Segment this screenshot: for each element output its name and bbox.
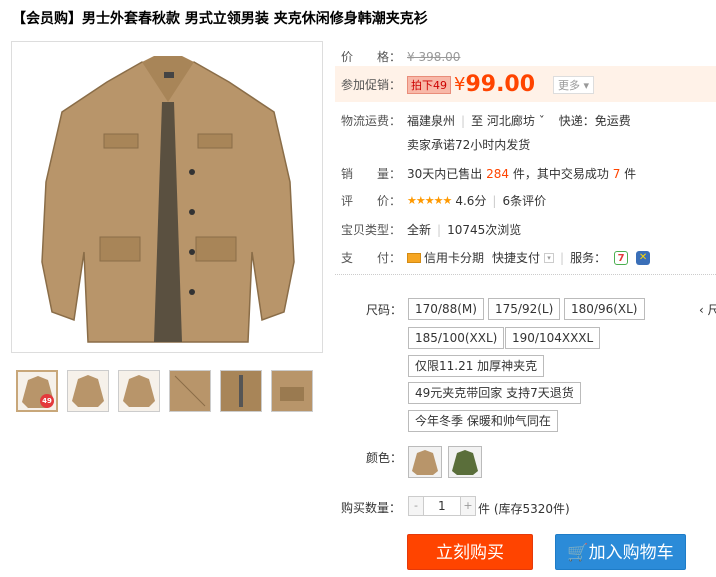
jacket-thumb-image: [22, 376, 54, 408]
currency-symbol: ¥: [454, 74, 466, 95]
jacket-thumb-image: [170, 371, 210, 411]
service-label: 服务：: [570, 251, 607, 265]
rating-row: 评 价： ★★★★★ 4.6分 | 6条评价: [341, 192, 546, 209]
ship-to-select[interactable]: 河北廊坊 ˇ: [487, 112, 545, 129]
original-price: ¥ 398.00: [407, 49, 461, 64]
seven-day-return-icon[interactable]: 7: [614, 250, 629, 265]
sales-mid: 件，其中交易成功: [512, 167, 609, 181]
color-swatch-khaki[interactable]: [408, 446, 442, 478]
credit-card-icon: [407, 252, 421, 263]
chevron-right-icon[interactable]: ‹ 尺: [699, 301, 716, 318]
jacket-thumb-image: [123, 375, 155, 407]
star-rating-icon: ★★★★★: [407, 194, 452, 207]
thumbnail[interactable]: [220, 370, 262, 412]
separator: |: [560, 250, 565, 265]
jacket-thumb-image: [272, 371, 312, 411]
sales-suffix: 件: [624, 167, 637, 181]
size-option[interactable]: 185/100(XXL): [408, 327, 505, 349]
sales-row: 销 量： 30天内已售出 284 件，其中交易成功 7 件: [341, 165, 636, 182]
rating-score: 4.6分: [455, 194, 487, 208]
decrement-button[interactable]: -: [409, 497, 423, 515]
shipping-label: 物流运费：: [341, 114, 402, 128]
installment-link[interactable]: 信用卡分期: [424, 249, 484, 266]
view-count: 10745次浏览: [447, 223, 522, 237]
shipping-note: 卖家承诺72小时内发货: [407, 138, 531, 152]
jacket-thumb-image: [72, 375, 104, 407]
thumbnail-strip: 49: [16, 370, 313, 412]
product-title: 【会员购】男士外套春秋款 男式立领男装 夹克休闲修身韩潮夹克衫: [12, 11, 428, 27]
separator: |: [437, 222, 442, 237]
add-to-cart-button[interactable]: 🛒加入购物车: [555, 534, 686, 570]
thumbnail[interactable]: 49: [16, 370, 58, 412]
ship-to-prefix: 至: [471, 114, 484, 128]
add-to-cart-label: 加入购物车: [588, 543, 674, 563]
promo-label: 参加促销：: [341, 78, 402, 92]
promo-tag: 拍下49: [407, 75, 451, 94]
thumbnail[interactable]: [169, 370, 211, 412]
more-promos-label: 更多: [558, 78, 581, 92]
sales-prefix: 30天内已售出: [407, 167, 483, 181]
jacket-green-image: [452, 450, 478, 475]
reviews-link[interactable]: 6条评价: [502, 192, 546, 209]
shipping-row: 物流运费： 福建泉州 | 至 河北廊坊 ˇ 快递：免运费: [341, 112, 631, 129]
item-type-label: 宝贝类型：: [341, 223, 402, 237]
promo-note[interactable]: 仅限11.21 加厚神夹克: [408, 355, 545, 377]
product-main-image[interactable]: [11, 41, 323, 353]
price-row: 价 格： ¥ 398.00: [341, 48, 460, 65]
buy-now-label: 立刻购买: [436, 543, 504, 563]
ship-from: 福建泉州: [407, 114, 456, 128]
thumbnail[interactable]: [67, 370, 109, 412]
color-swatch-green[interactable]: [448, 446, 482, 478]
jacket-khaki-image: [412, 450, 438, 475]
promo-price: 99.00: [465, 72, 536, 97]
payment-row: 支 付： 信用卡分期 快捷支付 ▾ | 服务： 7 ✕: [341, 249, 651, 266]
thumbnail[interactable]: [271, 370, 313, 412]
size-option[interactable]: 180/96(XL): [564, 298, 645, 320]
promo-note[interactable]: 49元夹克带回家 支持7天退货: [408, 382, 581, 404]
chevron-down-icon[interactable]: ▾: [544, 252, 555, 263]
jacket-thumb-image: [221, 371, 261, 411]
chevron-down-icon: ˇ: [538, 114, 545, 128]
buy-now-button[interactable]: 立刻购买: [407, 534, 533, 570]
jacket-image: [41, 56, 295, 343]
separator: |: [492, 193, 497, 208]
rating-label: 评 价：: [341, 194, 402, 208]
quantity-label: 购买数量：: [341, 501, 402, 515]
item-condition: 全新: [407, 223, 432, 237]
price-label: 价 格：: [341, 50, 402, 64]
size-option[interactable]: 175/92(L): [488, 298, 561, 320]
size-option[interactable]: 170/88(M): [408, 298, 484, 320]
quick-pay-link[interactable]: 快捷支付: [492, 249, 540, 266]
quantity-stepper: - 1 +: [408, 496, 476, 516]
divider: [335, 274, 716, 275]
cart-icon: 🛒: [567, 543, 589, 563]
guarantee-icon[interactable]: ✕: [636, 250, 651, 265]
size-option[interactable]: 190/104XXXL: [505, 327, 601, 349]
ship-to: 河北廊坊: [486, 114, 535, 128]
item-type-row: 宝贝类型： 全新 | 10745次浏览: [341, 221, 521, 238]
increment-button[interactable]: +: [461, 497, 475, 515]
promo-note[interactable]: 今年冬季 保暖和帅气同在: [408, 410, 558, 432]
promo-row: 参加促销： 拍下49 ¥ 99.00 更多 ▾: [341, 72, 595, 97]
success-count: 7: [612, 166, 621, 181]
separator: |: [461, 113, 466, 128]
payment-label: 支 付：: [341, 251, 402, 265]
quantity-input[interactable]: 1: [423, 497, 461, 515]
sales-label: 销 量：: [341, 167, 402, 181]
sold-count: 284: [486, 166, 510, 181]
stock-info: 件 (库存5320件): [478, 502, 570, 516]
more-promos-button[interactable]: 更多 ▾: [553, 75, 595, 94]
color-label: 颜色：: [366, 451, 403, 465]
size-label: 尺码：: [366, 303, 403, 317]
shipping-method: 快递：免运费: [558, 114, 631, 128]
thumbnail[interactable]: [118, 370, 160, 412]
promo-badge: 49: [40, 394, 54, 408]
